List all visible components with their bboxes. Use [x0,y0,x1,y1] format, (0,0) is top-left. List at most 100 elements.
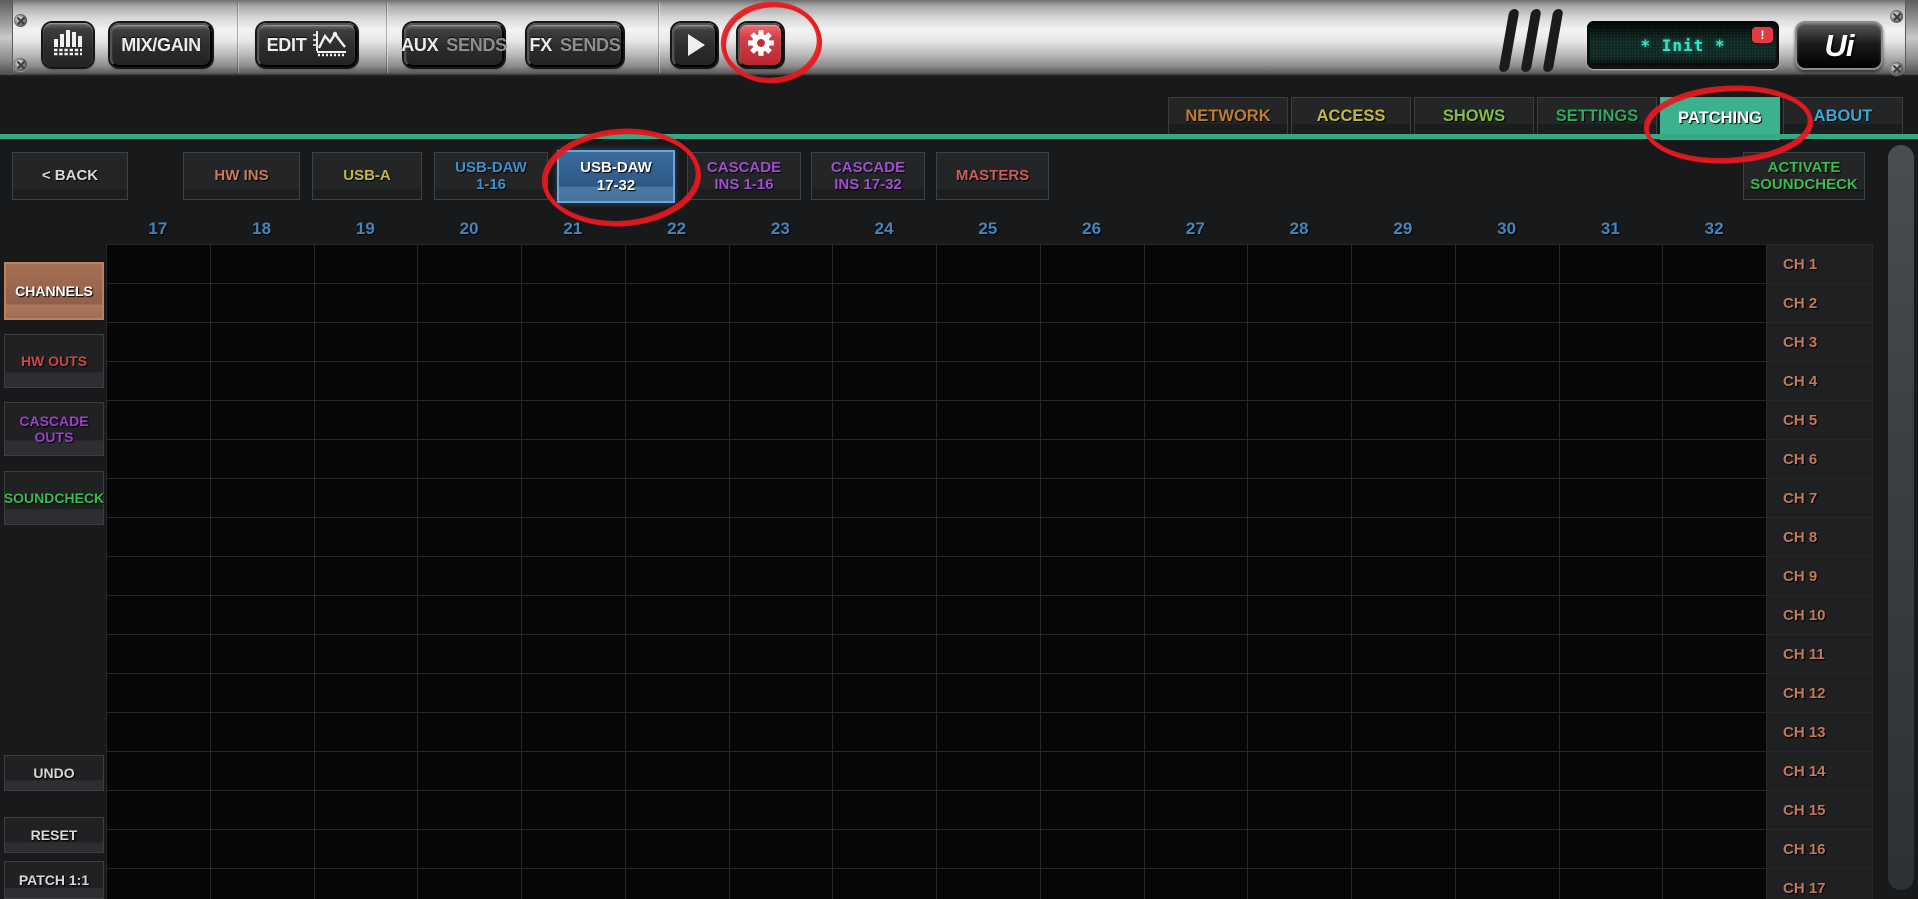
patch-cell-27-ch-14[interactable] [1144,752,1249,791]
patch-cell-27-ch-7[interactable] [1144,479,1249,518]
patch-cell-31-ch-16[interactable] [1559,830,1664,869]
patch-cell-22-ch-9[interactable] [625,557,730,596]
patch-cell-24-ch-17[interactable] [833,869,937,899]
patch-cell-23-ch-9[interactable] [729,557,834,596]
patch-cell-20-ch-16[interactable] [418,830,522,869]
patch-cell-28-ch-4[interactable] [1248,362,1352,401]
patch-cell-29-ch-7[interactable] [1352,479,1456,518]
patch-cell-32-ch-5[interactable] [1663,401,1767,440]
patch-cell-31-ch-1[interactable] [1559,245,1664,284]
patch-cell-31-ch-3[interactable] [1559,323,1664,362]
patch-cell-17-ch-16[interactable] [107,830,211,869]
patch-cell-17-ch-8[interactable] [107,518,211,557]
patch-cell-23-ch-11[interactable] [729,635,834,674]
patch-cell-32-ch-15[interactable] [1663,791,1767,830]
patch-cell-25-ch-3[interactable] [937,323,1041,362]
notification-badge[interactable]: ! [1752,27,1773,43]
patch-cell-17-ch-10[interactable] [107,596,211,635]
patch-cell-17-ch-14[interactable] [107,752,211,791]
patch-cell-28-ch-1[interactable] [1248,245,1352,284]
patch-cell-27-ch-1[interactable] [1144,245,1249,284]
patch-cell-19-ch-2[interactable] [314,284,419,323]
patch-cell-22-ch-5[interactable] [625,401,730,440]
patch-cell-18-ch-1[interactable] [210,245,315,284]
subtab-usb-a[interactable]: USB-A [312,152,422,200]
patch-cell-28-ch-10[interactable] [1248,596,1352,635]
subtab-back[interactable]: < BACK [12,152,128,200]
subtab-cascade-ins-1-16[interactable]: CASCADE INS 1-16 [687,152,801,200]
patch-cell-28-ch-6[interactable] [1248,440,1352,479]
action-patch-1-1[interactable]: PATCH 1:1 [4,861,104,899]
patch-cell-18-ch-12[interactable] [210,674,315,713]
patch-cell-26-ch-7[interactable] [1040,479,1145,518]
patch-cell-21-ch-12[interactable] [522,674,626,713]
patch-cell-17-ch-9[interactable] [107,557,211,596]
patch-cell-22-ch-11[interactable] [625,635,730,674]
patch-cell-25-ch-8[interactable] [937,518,1041,557]
patch-cell-29-ch-9[interactable] [1352,557,1456,596]
patch-cell-29-ch-11[interactable] [1352,635,1456,674]
patch-cell-18-ch-2[interactable] [210,284,315,323]
patch-cell-30-ch-14[interactable] [1455,752,1560,791]
patch-cell-29-ch-12[interactable] [1352,674,1456,713]
patch-cell-19-ch-14[interactable] [314,752,419,791]
patch-cell-30-ch-13[interactable] [1455,713,1560,752]
settings-gear-button[interactable] [738,23,783,67]
sidebar-cascade-outs[interactable]: CASCADE OUTS [4,402,104,456]
patch-cell-29-ch-15[interactable] [1352,791,1456,830]
patch-cell-23-ch-17[interactable] [729,869,834,899]
patch-cell-31-ch-2[interactable] [1559,284,1664,323]
mix-gain-button[interactable]: MIX/GAIN [110,23,212,67]
patch-cell-22-ch-6[interactable] [625,440,730,479]
patch-cell-17-ch-11[interactable] [107,635,211,674]
patch-cell-22-ch-15[interactable] [625,791,730,830]
patch-cell-20-ch-9[interactable] [418,557,522,596]
patch-cell-25-ch-7[interactable] [937,479,1041,518]
patch-cell-20-ch-3[interactable] [418,323,522,362]
patch-cell-31-ch-5[interactable] [1559,401,1664,440]
patch-cell-17-ch-17[interactable] [107,869,211,899]
patch-cell-31-ch-13[interactable] [1559,713,1664,752]
patch-cell-32-ch-3[interactable] [1663,323,1767,362]
meters-button[interactable] [43,23,93,67]
patch-cell-23-ch-3[interactable] [729,323,834,362]
patch-cell-27-ch-6[interactable] [1144,440,1249,479]
patch-cell-20-ch-4[interactable] [418,362,522,401]
patch-cell-27-ch-17[interactable] [1144,869,1249,899]
patch-cell-25-ch-10[interactable] [937,596,1041,635]
patch-cell-25-ch-11[interactable] [937,635,1041,674]
patch-cell-28-ch-14[interactable] [1248,752,1352,791]
patch-cell-29-ch-13[interactable] [1352,713,1456,752]
patch-cell-27-ch-12[interactable] [1144,674,1249,713]
patch-cell-31-ch-10[interactable] [1559,596,1664,635]
patch-cell-22-ch-16[interactable] [625,830,730,869]
patch-cell-21-ch-1[interactable] [522,245,626,284]
patch-cell-19-ch-3[interactable] [314,323,419,362]
patch-cell-31-ch-9[interactable] [1559,557,1664,596]
patch-cell-25-ch-2[interactable] [937,284,1041,323]
sidebar-soundcheck[interactable]: SOUNDCHECK [4,471,104,525]
patch-cell-18-ch-10[interactable] [210,596,315,635]
patch-cell-21-ch-3[interactable] [522,323,626,362]
patch-cell-22-ch-3[interactable] [625,323,730,362]
patch-cell-30-ch-10[interactable] [1455,596,1560,635]
patch-cell-18-ch-16[interactable] [210,830,315,869]
patch-cell-23-ch-1[interactable] [729,245,834,284]
patch-cell-18-ch-11[interactable] [210,635,315,674]
patch-cell-29-ch-2[interactable] [1352,284,1456,323]
patch-cell-17-ch-4[interactable] [107,362,211,401]
patch-cell-28-ch-8[interactable] [1248,518,1352,557]
patch-cell-31-ch-6[interactable] [1559,440,1664,479]
patch-cell-24-ch-3[interactable] [833,323,937,362]
patch-cell-21-ch-15[interactable] [522,791,626,830]
patch-cell-25-ch-17[interactable] [937,869,1041,899]
patch-cell-29-ch-8[interactable] [1352,518,1456,557]
patch-cell-21-ch-9[interactable] [522,557,626,596]
patch-cell-25-ch-15[interactable] [937,791,1041,830]
subtab-masters[interactable]: MASTERS [936,152,1049,200]
sidebar-hw-outs[interactable]: HW OUTS [4,334,104,388]
patch-cell-23-ch-12[interactable] [729,674,834,713]
patch-cell-26-ch-8[interactable] [1040,518,1145,557]
patch-cell-17-ch-2[interactable] [107,284,211,323]
patch-cell-31-ch-17[interactable] [1559,869,1664,899]
